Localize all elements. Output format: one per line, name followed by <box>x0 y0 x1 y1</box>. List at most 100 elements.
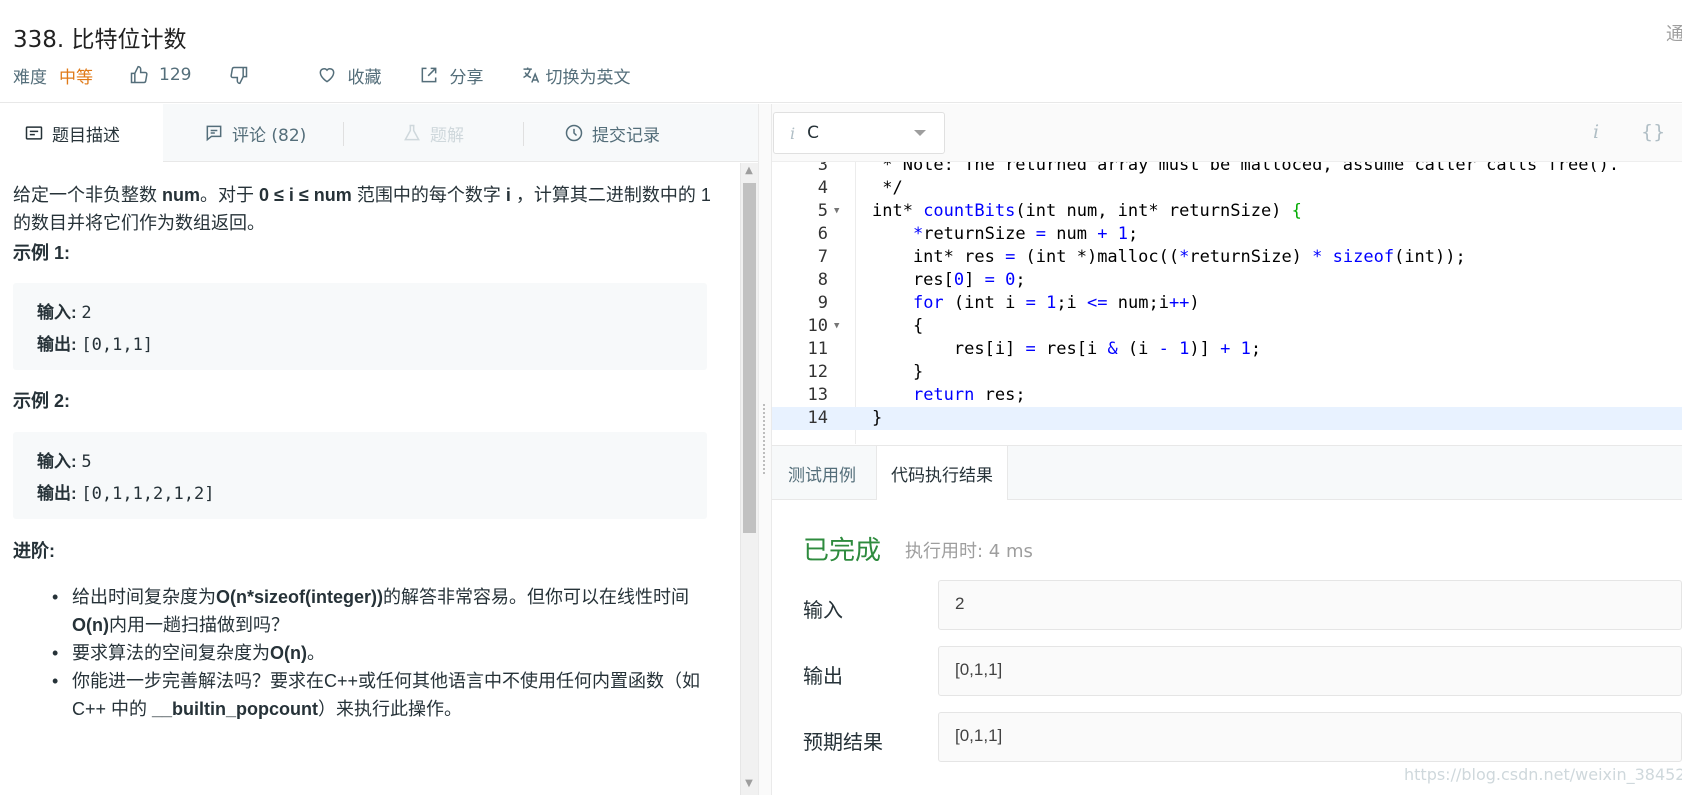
drag-handle-icon[interactable] <box>763 404 767 474</box>
problem-tabs: 题目描述 评论 (82) 题解 提交记录 <box>0 104 758 162</box>
example-2-heading: 示例 2: <box>13 391 71 411</box>
input-label: 输入 <box>803 598 843 622</box>
code-line[interactable]: 9 for (int i = 1;i <= num;i++) <box>772 292 1682 315</box>
share-label: 分享 <box>449 67 484 88</box>
code-text: return res; <box>912 385 1026 405</box>
code-line-current[interactable]: 14} <box>772 407 1682 430</box>
fold-icon[interactable]: ▼ <box>834 200 839 223</box>
code-line[interactable]: 6 *returnSize = num + 1; <box>772 223 1682 246</box>
tab-comments-label: 评论 (82) <box>232 125 307 146</box>
clock-icon <box>565 124 583 142</box>
fold-icon[interactable]: ▼ <box>834 315 839 338</box>
line-number: 3 <box>817 162 828 175</box>
code-editor[interactable]: 3 * Note: The returned array must be mal… <box>772 162 1682 444</box>
code-line[interactable]: 5 ▼ int* countBits(int num, int* returnSiz… <box>772 200 1682 223</box>
list-code: __builtin_popcount <box>152 699 319 719</box>
code-line[interactable]: 8 res[0] = 0; <box>772 269 1682 292</box>
runtime-text: 执行用时: 4 ms <box>905 541 1033 562</box>
dislike-button[interactable] <box>229 65 259 85</box>
list-code: O(n*sizeof(integer)) <box>216 587 384 607</box>
example-value: [0,1,1] <box>81 335 154 355</box>
language-value: C <box>807 123 819 143</box>
output-value-box: [0,1,1] <box>938 646 1682 696</box>
tab-divider <box>523 122 524 146</box>
problem-title: 338. 比特位计数 <box>13 27 187 53</box>
code-line[interactable]: 10 ▼ { <box>772 315 1682 338</box>
chevron-down-icon <box>914 130 926 136</box>
code-line[interactable]: 12 } <box>772 361 1682 384</box>
tab-description[interactable]: 题目描述 <box>0 104 163 162</box>
problem-meta: 难度 中等 129 收藏 分享 切换为英文 <box>13 62 668 88</box>
description-icon <box>25 126 43 140</box>
code-text: int* res = (int *)malloc((*returnSize) *… <box>872 247 1466 267</box>
heart-icon <box>320 68 335 83</box>
code-text: */ <box>872 178 903 198</box>
corner-text[interactable]: 通 <box>1666 20 1682 46</box>
tab-description-label: 题目描述 <box>52 125 120 146</box>
code-text: } <box>872 362 924 382</box>
problem-header: 338. 比特位计数 通 难度 中等 129 收藏 分享 切换为英文 <box>0 0 1682 103</box>
example-line: 输出: [0,1,1] <box>37 329 707 361</box>
pane-splitter[interactable] <box>758 104 772 795</box>
list-item: 要求算法的空间复杂度为O(n)。 <box>48 639 713 667</box>
example-key: 输入: <box>37 452 82 471</box>
tab-comments[interactable]: 评论 (82) <box>204 104 306 162</box>
code-text: res[0] = 0; <box>872 270 1026 290</box>
line-number: 8 <box>817 270 828 290</box>
flask-icon <box>404 124 420 141</box>
list-code: O(n) <box>270 643 307 663</box>
list-text: 给出时间复杂度为 <box>72 587 216 607</box>
code-format-icon[interactable]: {} <box>1641 121 1665 143</box>
problem-statement: 给定一个非负整数 num。对于 0 ≤ i ≤ num 范围中的每个数字 i ，… <box>13 181 713 237</box>
share-button[interactable]: 分享 <box>419 63 483 88</box>
example-1-heading: 示例 1: <box>13 243 71 263</box>
tab-solutions[interactable]: 题解 <box>402 104 464 162</box>
watermark: https://blog.csdn.net/weixin_38452632 <box>1404 765 1682 784</box>
code-line[interactable]: 7 int* res = (int *)malloc((*returnSize)… <box>772 246 1682 269</box>
language-select[interactable]: i C <box>773 112 945 154</box>
list-item: 你能进一步完善解法吗？要求在C++或任何其他语言中不使用任何内置函数（如 C++… <box>48 667 713 723</box>
tab-submissions[interactable]: 提交记录 <box>564 104 660 162</box>
status-text: 已完成 <box>803 536 882 566</box>
statement-text: 。对于 <box>200 185 260 205</box>
code-line[interactable]: 11 res[i] = res[i & (i - 1)] + 1; <box>772 338 1682 361</box>
tab-run-result[interactable]: 代码执行结果 <box>876 446 1008 500</box>
input-value-box: 2 <box>938 580 1682 630</box>
code-line[interactable]: 4 */ <box>772 177 1682 200</box>
example-key: 输出: <box>37 484 82 503</box>
scrollbar-thumb[interactable] <box>743 183 756 533</box>
example-value: 2 <box>81 303 92 323</box>
statement-code: num <box>162 185 201 205</box>
line-number: 4 <box>817 178 828 198</box>
console-tabs: 测试用例 代码执行结果 <box>772 445 1682 500</box>
code-text: int* countBits(int num, int* returnSize)… <box>872 201 1302 221</box>
like-button[interactable]: 129 <box>129 65 191 85</box>
switch-language-label: 切换为英文 <box>545 67 631 88</box>
code-text: } <box>872 408 883 428</box>
code-text: for (int i = 1;i <= num;i++) <box>912 293 1200 313</box>
line-number: 5 <box>817 201 828 221</box>
info-icon[interactable]: i <box>1593 121 1599 143</box>
like-count: 129 <box>159 65 192 85</box>
favorite-button[interactable]: 收藏 <box>317 63 381 88</box>
line-number: 14 <box>807 408 828 428</box>
scroll-up-icon[interactable]: ▲ <box>744 166 754 176</box>
expected-value-box: [0,1,1] <box>938 712 1682 762</box>
list-text: 的解答非常容易。但你可以在线性时间 <box>383 587 690 607</box>
line-number: 11 <box>807 339 828 359</box>
thumbs-up-icon <box>130 65 148 84</box>
scroll-down-icon[interactable]: ▼ <box>744 779 754 789</box>
code-line[interactable]: 13 return res; <box>772 384 1682 407</box>
tab-submissions-label: 提交记录 <box>592 125 660 146</box>
advanced-heading: 进阶: <box>13 541 55 561</box>
line-number: 7 <box>817 247 828 267</box>
example-2-block: 输入: 5 输出: [0,1,1,2,1,2] <box>13 432 707 519</box>
list-text: 要求算法的空间复杂度为 <box>72 643 270 663</box>
code-line[interactable]: 3 * Note: The returned array must be mal… <box>772 162 1682 177</box>
tab-testcase[interactable]: 测试用例 <box>788 446 856 500</box>
example-line: 输入: 2 <box>37 297 707 329</box>
tab-divider <box>343 122 344 146</box>
line-number: 13 <box>807 385 828 405</box>
switch-language-button[interactable]: 切换为英文 <box>521 63 630 88</box>
translate-icon <box>523 67 540 83</box>
